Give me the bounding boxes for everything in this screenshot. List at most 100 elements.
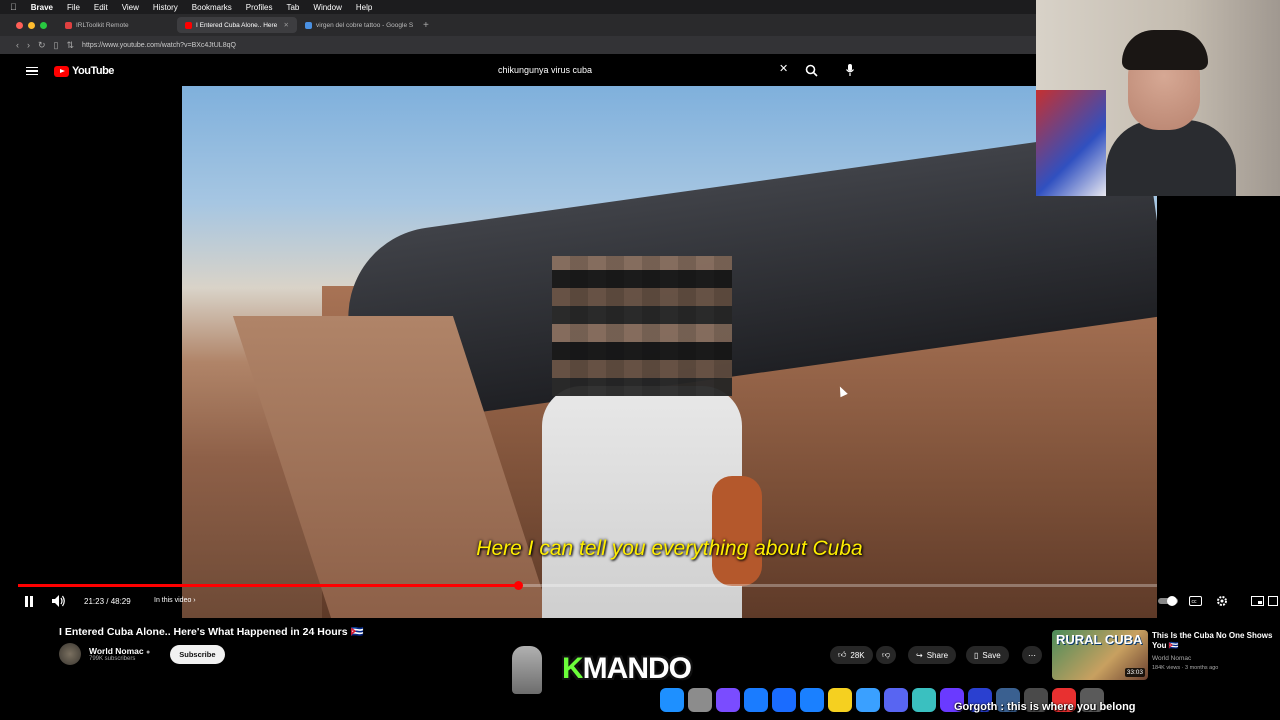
browser-tabbar: IRLToolkit Remote I Entered Cuba Alone..… [0,14,1036,36]
in-this-video-label: In this video [154,597,192,604]
dock-app-icon-4[interactable] [744,688,768,712]
microphone-icon[interactable] [845,63,855,77]
webcam-person-hair [1122,30,1208,70]
menubar-item-file[interactable]: File [67,3,80,12]
video-subtitle: Here I can tell you everything about Cub… [476,537,863,560]
menubar-app-name[interactable]: Brave [31,3,53,12]
channel-avatar[interactable] [59,643,81,665]
dock-app-icon-1[interactable] [660,688,684,712]
menubar-item-bookmarks[interactable]: Bookmarks [192,3,232,12]
close-tab-icon[interactable]: ✕ [284,21,289,29]
channel-info: World Nomac ● 799K subscribers [89,646,150,662]
pause-icon[interactable] [24,596,34,607]
thumbs-up-icon: 👍︎ [838,650,847,659]
bookmark-icon[interactable]: ▯ [54,40,59,51]
tab-irltoolkit[interactable]: IRLToolkit Remote [57,17,177,33]
url-text[interactable]: https://www.youtube.com/watch?v=BXc4JtUL… [82,42,236,49]
kmando-rest: MANDO [582,652,692,685]
more-actions-button[interactable]: ⋯ [1022,646,1042,664]
recommended-video-thumbnail[interactable]: RURAL CUBA 33:03 [1052,630,1148,680]
search-icon[interactable] [805,64,818,77]
dock-app-icon-9[interactable] [884,688,908,712]
webcam-person-body [1106,120,1236,196]
share-button[interactable]: ↪ Share [908,646,957,664]
menubar-item-tab[interactable]: Tab [286,3,299,12]
thumbnail-text: RURAL CUBA [1056,632,1143,647]
dock-app-icon-6[interactable] [800,688,824,712]
like-button[interactable]: 👍︎ 28K [830,646,873,664]
youtube-logo-text: YouTube [72,65,114,77]
share-label: Share [926,650,949,660]
recommended-video-meta: 184K views · 3 months ago [1152,665,1219,671]
forward-icon[interactable]: › [27,40,30,50]
google-favicon [305,21,312,29]
tab-youtube-active[interactable]: I Entered Cuba Alone.. Here ✕ [177,17,297,33]
close-window-button[interactable] [16,21,23,29]
dock-app-icon-5[interactable] [772,688,796,712]
window-controls [0,21,57,29]
person-bag [712,476,762,586]
zoom-window-button[interactable] [40,21,47,29]
share-icon: ↪ [916,650,923,660]
video-scene-person [512,256,772,618]
pixelated-face [552,256,732,396]
video-player[interactable]: Here I can tell you everything about Cub… [182,86,1157,618]
autoplay-toggle-icon[interactable] [1158,596,1178,606]
bookmark-save-icon: ▯ [974,650,979,660]
tab-label: I Entered Cuba Alone.. Here [196,21,278,29]
recommended-video-channel[interactable]: World Nomac [1152,655,1191,662]
address-bar: ‹ › ↻ ▯ ⇅ https://www.youtube.com/watch?… [0,36,1036,54]
youtube-header: YouTube chikungunya virus cuba ✕ [0,56,1036,86]
save-button[interactable]: ▯ Save [966,646,1009,664]
progress-played [18,584,519,587]
subscriber-count: 799K subscribers [89,656,136,662]
webcam-clothes-pile [1036,90,1106,196]
youtube-favicon [185,21,192,29]
menubar-item-help[interactable]: Help [356,3,372,12]
macos-menubar:  Brave File Edit View History Bookmarks… [0,0,1036,14]
menubar-item-history[interactable]: History [153,3,178,12]
dock-app-icon-10[interactable] [912,688,936,712]
reload-icon[interactable]: ↻ [38,40,46,51]
clear-search-icon[interactable]: ✕ [779,62,788,75]
settings-icon[interactable] [1216,595,1228,607]
apple-icon[interactable]:  [10,2,17,12]
channel-name-text: World Nomac [89,646,144,656]
dock-app-icon-7[interactable] [828,688,852,712]
site-info-icon[interactable]: ⇅ [67,40,75,51]
video-title: I Entered Cuba Alone.. Here's What Happe… [59,626,364,638]
menubar-item-view[interactable]: View [122,3,139,12]
miniplayer-icon[interactable] [1251,596,1264,606]
back-icon[interactable]: ‹ [16,40,19,50]
video-progress-bar[interactable] [18,581,1157,590]
player-controls: 21:23 / 48:29 In this video › cc [18,592,1280,612]
channel-row: World Nomac ● 799K subscribers Subscribe [59,643,225,665]
kmando-brand-overlay: KMANDO [562,652,692,686]
captions-icon[interactable]: cc [1189,596,1202,606]
dock-app-icon-8[interactable] [856,688,880,712]
in-this-video-button[interactable]: In this video › [154,597,196,604]
subscribe-button[interactable]: Subscribe [170,644,225,664]
dock-app-icon-2[interactable] [688,688,712,712]
minimize-window-button[interactable] [28,21,35,29]
kmando-k: K [562,652,584,685]
search-input[interactable]: chikungunya virus cuba [498,65,592,75]
thumbs-down-icon: 👎︎ [882,650,891,659]
tab-google-search[interactable]: virgen del cobre tattoo - Google S [297,17,417,33]
volume-icon[interactable] [52,595,66,607]
video-time: 21:23 / 48:29 [84,597,131,606]
menubar-item-window[interactable]: Window [313,3,341,12]
tab-favicon [65,21,72,29]
new-tab-button[interactable]: + [417,20,429,31]
menu-icon[interactable] [26,66,38,76]
dock-app-icon-3[interactable] [716,688,740,712]
dislike-button[interactable]: 👎︎ [876,646,897,664]
channel-name[interactable]: World Nomac ● [89,646,150,656]
menubar-item-edit[interactable]: Edit [94,3,108,12]
recommended-video-title[interactable]: This Is the Cuba No One Shows You 🇨🇺 [1152,631,1277,651]
stream-chat-message: Gorgoth : this is where you belong [954,701,1136,713]
menubar-item-profiles[interactable]: Profiles [246,3,273,12]
progress-scrubber[interactable] [514,581,524,590]
youtube-logo[interactable]: YouTube [54,65,114,77]
fullscreen-icon[interactable] [1268,596,1278,606]
